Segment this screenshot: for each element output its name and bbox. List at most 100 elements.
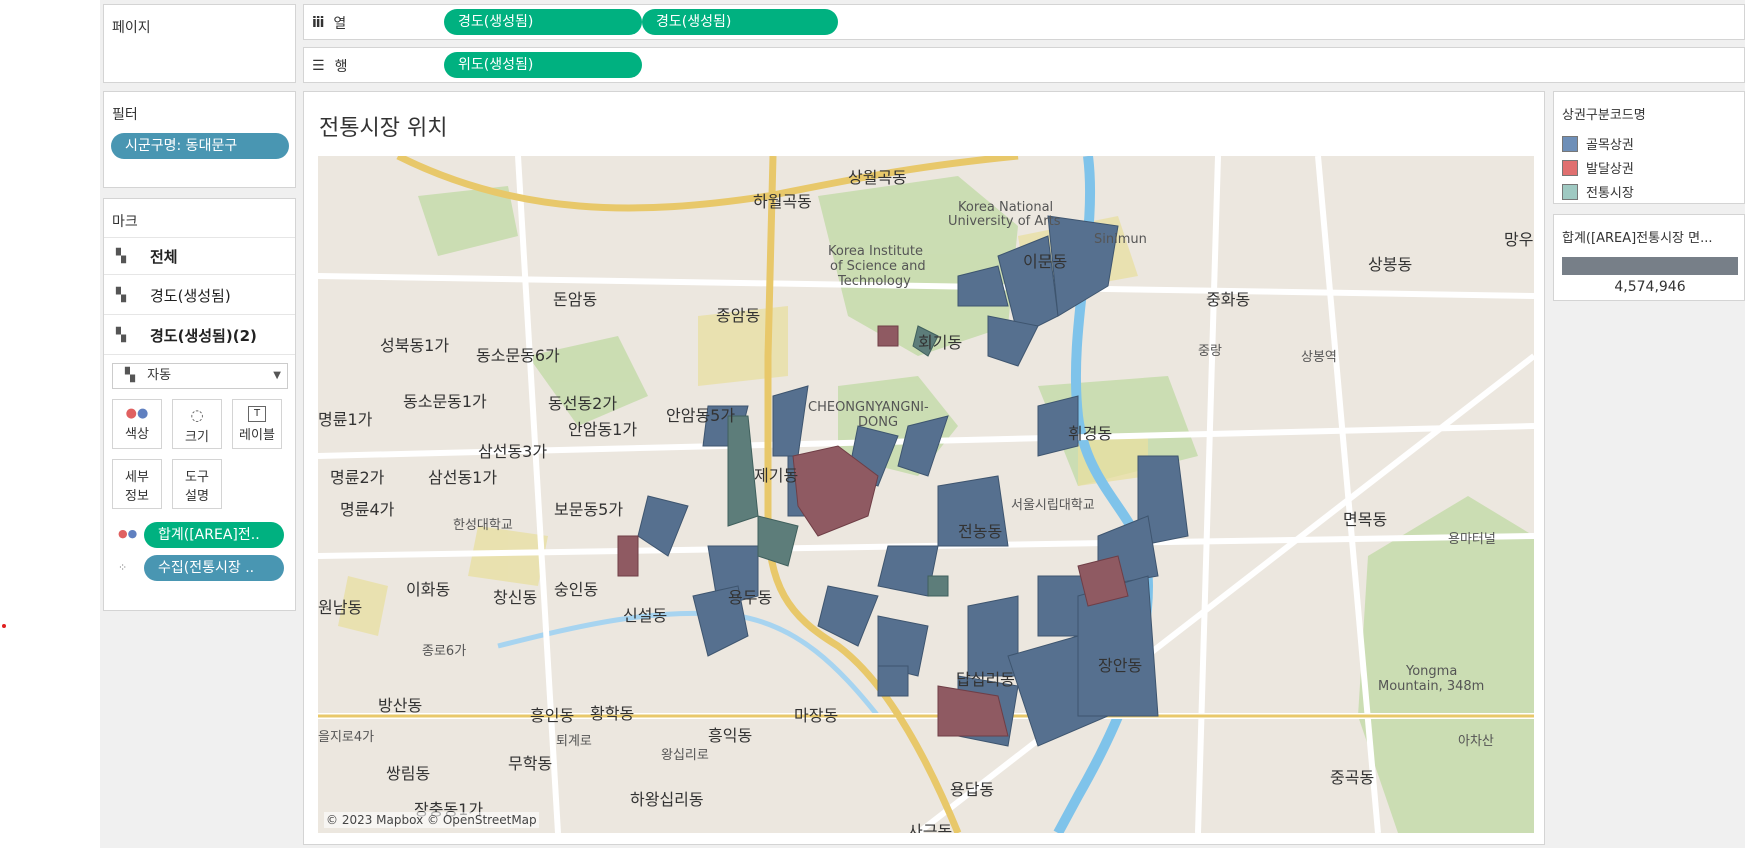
view-title: 전통시장 위치 bbox=[319, 116, 448, 141]
detail-button[interactable]: 세부 정보 bbox=[112, 459, 162, 509]
text-icon: T bbox=[248, 406, 266, 422]
map-label: 명륜4가 bbox=[340, 500, 395, 519]
mark-type-dropdown[interactable]: ▚ 자동 ▼ bbox=[112, 363, 288, 389]
size-button-label: 크기 bbox=[185, 430, 209, 445]
rows-icon: ☰ bbox=[312, 58, 325, 74]
marks-layer-longitude[interactable]: ▚ 경도(생성됨) bbox=[104, 277, 295, 315]
map-label: Korea Institute bbox=[828, 244, 923, 259]
columns-shelf-label: iii 열 bbox=[312, 13, 346, 33]
label-button[interactable]: T 레이블 bbox=[232, 399, 282, 449]
size-legend-value: 4,574,946 bbox=[1614, 279, 1686, 295]
cursor-dot bbox=[2, 624, 6, 628]
map-label: 신설동 bbox=[623, 606, 668, 625]
marks-layer-all[interactable]: ▚ 전체 bbox=[104, 237, 295, 275]
columns-shelf[interactable]: iii 열 경도(생성됨) 경도(생성됨) bbox=[303, 4, 1745, 40]
color-legend-title: 상권구분코드명 bbox=[1562, 108, 1646, 123]
map-label: CHEONGNYANGNI- bbox=[808, 400, 929, 415]
map-label: 서울시립대학교 bbox=[1011, 498, 1095, 513]
filter-pill-district[interactable]: 시군구명: 동대문구 bbox=[111, 133, 289, 159]
detail-encoding-icon: ⁘ bbox=[118, 561, 128, 574]
detail-button-label-1: 세부 bbox=[125, 470, 149, 485]
size-legend: 합계([AREA]전통시장 면... 4,574,946 bbox=[1553, 214, 1745, 301]
map-label: 숭인동 bbox=[554, 580, 599, 599]
map-label: 이화동 bbox=[406, 580, 451, 599]
map-label: University of Arts bbox=[948, 214, 1061, 229]
chevron-down-icon: ▼ bbox=[273, 370, 281, 381]
map-label: 중화동 bbox=[1206, 290, 1251, 309]
map-label: 쌍림동 bbox=[386, 764, 431, 783]
map-label: 보문동5가 bbox=[554, 500, 624, 519]
detail-button-label-2: 정보 bbox=[125, 489, 149, 504]
map-label: 하월곡동 bbox=[753, 192, 812, 211]
map-label: 종암동 bbox=[716, 306, 761, 325]
map-label: 답십리동 bbox=[956, 670, 1015, 689]
legend-item-traditional[interactable]: 전통시장 bbox=[1562, 182, 1634, 201]
map-label: 용답동 bbox=[950, 780, 995, 799]
map-label: 삼선동3가 bbox=[478, 442, 548, 461]
map-label: 성북동1가 bbox=[380, 336, 450, 355]
tooltip-button[interactable]: 도구 설명 bbox=[172, 459, 222, 509]
color-button[interactable]: ●● 색상 bbox=[112, 399, 162, 449]
map-mark-icon: ▚ bbox=[116, 248, 126, 264]
color-button-label: 색상 bbox=[125, 427, 149, 442]
legend-swatch bbox=[1562, 159, 1578, 176]
map-label: 용두동 bbox=[728, 588, 773, 607]
map-label: 이문동 bbox=[1023, 252, 1068, 271]
map-label: 상봉동 bbox=[1368, 255, 1413, 274]
size-button[interactable]: ◌ 크기 bbox=[172, 399, 222, 449]
map-label: 상월곡동 bbox=[848, 168, 907, 187]
legend-swatch bbox=[1562, 135, 1578, 152]
size-legend-bar bbox=[1562, 257, 1738, 275]
map-label: 아차산 bbox=[1458, 734, 1494, 749]
map-label: of Science and bbox=[830, 259, 926, 274]
map-label: 하왕십리동 bbox=[630, 790, 704, 809]
map-label: 명륜2가 bbox=[330, 468, 385, 487]
map-label: 사근동 bbox=[908, 822, 953, 833]
legend-item-alley[interactable]: 골목상권 bbox=[1562, 134, 1634, 153]
map-label: 종로6가 bbox=[422, 644, 467, 659]
map-mark-icon: ▚ bbox=[125, 368, 135, 383]
columns-pill-longitude-2[interactable]: 경도(생성됨) bbox=[642, 9, 838, 35]
map-view[interactable]: 상월곡동 하월곡동 Korea National University of A… bbox=[318, 156, 1534, 833]
rows-shelf[interactable]: ☰ 행 위도(생성됨) bbox=[303, 47, 1745, 83]
rows-pill-latitude[interactable]: 위도(생성됨) bbox=[444, 52, 642, 78]
map-label: 용마터널 bbox=[1448, 532, 1496, 547]
size-legend-title: 합계([AREA]전통시장 면... bbox=[1562, 231, 1713, 246]
color-icon: ●● bbox=[125, 406, 149, 421]
map-label: 한성대학교 bbox=[453, 518, 513, 533]
map-label: DONG bbox=[858, 415, 899, 430]
map-label: 흥인동 bbox=[530, 706, 575, 725]
map-label: Yongma bbox=[1406, 664, 1458, 679]
map-label: 퇴계로 bbox=[556, 734, 592, 749]
map-label: 상봉역 bbox=[1301, 350, 1337, 365]
legend-label: 발달상권 bbox=[1586, 162, 1634, 177]
map-label: 무학동 bbox=[508, 754, 553, 773]
map-label: 안암동1가 bbox=[568, 420, 638, 439]
map-label: 왕십리로 bbox=[661, 748, 709, 763]
legend-item-developed[interactable]: 발달상권 bbox=[1562, 158, 1634, 177]
map-label: 마장동 bbox=[794, 706, 839, 725]
label-button-label: 레이블 bbox=[239, 428, 275, 443]
map-label: 휘경동 bbox=[1068, 424, 1113, 443]
map-label: 흥익동 bbox=[708, 726, 753, 745]
marks-layer-longitude-2[interactable]: ▚ 경도(생성됨)(2) bbox=[104, 317, 295, 355]
map-label: 명륜1가 bbox=[318, 410, 373, 429]
pages-shelf[interactable]: 페이지 bbox=[103, 4, 296, 83]
map-label: 안암동5가 bbox=[666, 406, 736, 425]
legend-label: 골목상권 bbox=[1586, 138, 1634, 153]
legend-label: 전통시장 bbox=[1586, 186, 1634, 201]
map-label: 면목동 bbox=[1343, 510, 1388, 529]
marks-pill-market-count[interactable]: 수집(전통시장 .. bbox=[144, 555, 284, 581]
columns-pill-longitude[interactable]: 경도(생성됨) bbox=[444, 9, 642, 35]
map-label: Mountain, 348m bbox=[1378, 679, 1485, 694]
tooltip-button-label-1: 도구 bbox=[185, 470, 209, 485]
map-label: 방산동 bbox=[378, 696, 423, 715]
columns-icon: iii bbox=[312, 15, 324, 31]
marks-pill-area-sum[interactable]: 합계([AREA]전.. bbox=[144, 522, 284, 548]
map-mark-icon: ▚ bbox=[116, 328, 126, 343]
map-label: 삼선동1가 bbox=[428, 468, 498, 487]
map-attribution: © 2023 Mapbox © OpenStreetMap bbox=[324, 812, 539, 828]
map-label: Technology bbox=[838, 274, 911, 289]
map-label: 동소문동6가 bbox=[476, 346, 560, 365]
marks-card: 마크 ▚ 전체 ▚ 경도(생성됨) ▚ 경도(생성됨)(2) ▚ 자동 ▼ ●●… bbox=[103, 198, 296, 611]
